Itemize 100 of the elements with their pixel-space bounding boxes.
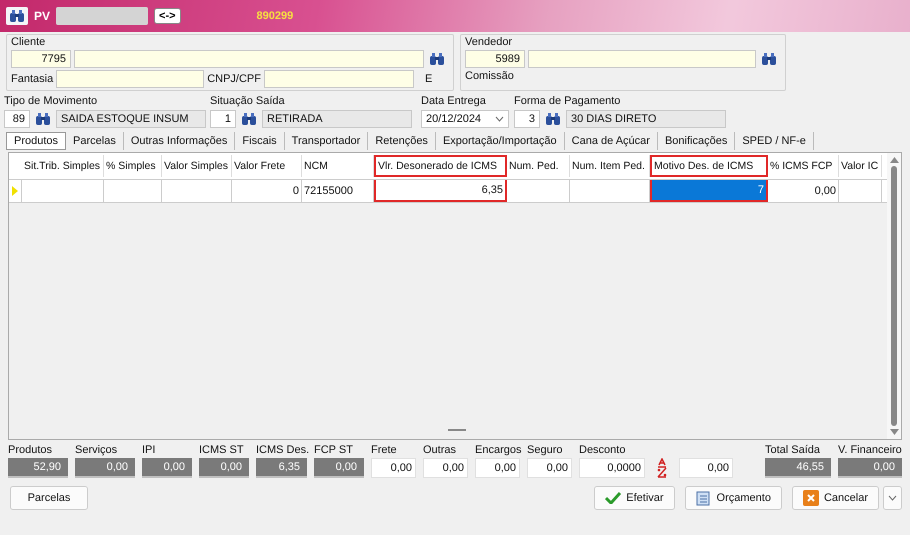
column-header[interactable]: Num. Item Ped. [570,155,650,177]
binoculars-icon [9,9,25,23]
total-label: Produtos [8,444,54,458]
name-field[interactable] [74,50,424,68]
search-button[interactable] [33,112,53,126]
table-cell[interactable]: 0,00 [768,180,839,202]
total-value: 0,00 [199,458,249,478]
binoculars-icon [545,112,561,126]
total-label: Serviços [75,444,118,458]
scroll-up-icon [890,157,898,163]
binoculars-icon [761,52,777,66]
checkmark-icon [605,492,622,504]
field-label: E [424,73,432,85]
tab[interactable]: SPED / NF-e [735,132,814,150]
column-header[interactable]: Num. Ped. [507,155,570,177]
tab[interactable]: Fiscais [235,132,285,150]
document-number: 890299 [256,10,294,22]
fantasia-field[interactable] [56,70,204,88]
field-label: Cliente [11,36,46,48]
column-header[interactable]: Motivo Des. de ICMS [650,155,768,177]
total-label: V. Financeiro [838,444,902,458]
table-cell[interactable]: 72155000 [302,180,374,202]
total-value: 0,00 [142,458,192,478]
document-field[interactable] [56,7,148,25]
total-input[interactable]: 0,00 [679,458,733,478]
total-label: Total Saída [765,444,822,458]
chevron-down-icon [888,495,897,501]
column-header[interactable]: % ICMS FCP [768,155,839,177]
tab[interactable]: Bonificações [658,132,736,150]
close-icon [802,490,819,506]
window-title: PV [34,9,50,23]
tab[interactable]: Outras Informações [124,132,236,150]
total-label: ICMS Des. [256,444,307,458]
field-label: Comissão [465,70,515,82]
table-cell[interactable]: 6,35 [374,180,507,202]
column-header[interactable]: NCM [302,155,374,177]
date-field[interactable]: 20/12/2024 [421,110,509,128]
tab[interactable]: Produtos [6,132,66,150]
total-label: Desconto [579,444,626,458]
field-label: Forma de Pagamento [514,95,622,107]
column-header[interactable]: Valor IC [839,155,882,177]
total-value: 0,00 [838,458,902,478]
table-cell[interactable]: 0 [232,180,302,202]
search-button[interactable] [239,112,259,126]
value-percent-toggle-icon[interactable] [656,458,668,478]
column-header[interactable]: Vlr. Desonerado de ICMS [374,155,507,177]
field-label: Vendedor [465,36,514,48]
search-button[interactable] [759,52,779,66]
tab[interactable]: Exportação/Importação [436,132,565,150]
total-value: 0,00 [75,458,135,478]
total-value: 46,55 [765,458,831,478]
tab[interactable]: Transportador [284,132,368,150]
total-value: 52,90 [8,458,68,478]
scroll-down-icon [890,429,898,435]
search-button[interactable] [6,7,28,25]
tab[interactable]: Retenções [368,132,436,150]
field-label: CNPJ/CPF [207,73,261,85]
total-input[interactable]: 0,00 [527,458,572,478]
vertical-scrollbar[interactable] [887,153,901,439]
total-label: IPI [142,444,156,458]
column-header[interactable]: Sit.Trib. Simples [22,155,104,177]
total-label: ICMS ST [199,444,245,458]
code-field[interactable]: 1 [210,110,236,128]
field-label: Data Entrega [421,95,487,107]
column-header[interactable]: Valor Frete [232,155,302,177]
total-input[interactable]: 0,00 [475,458,520,478]
code-field[interactable]: 5989 [465,50,525,68]
search-button[interactable] [427,52,447,66]
field-label: Tipo de Movimento [4,95,98,107]
code-field[interactable]: 7795 [11,50,71,68]
code-field[interactable]: 89 [4,110,30,128]
table-cell[interactable]: 7 [650,180,768,202]
swap-button[interactable]: <-> [154,8,181,24]
search-button[interactable] [543,112,563,126]
total-label: Frete [371,444,398,458]
total-label: Outras [423,444,458,458]
tab[interactable]: Cana de Açúcar [564,132,658,150]
field-label: Fantasia [11,73,54,85]
resize-handle[interactable] [448,429,466,431]
total-input[interactable]: 0,0000 [579,458,645,478]
name-field[interactable] [528,50,756,68]
dropdown-button[interactable] [883,486,902,510]
cancel-button[interactable]: Cancelar [792,486,879,510]
code-field[interactable]: 3 [514,110,540,128]
quote-button[interactable]: Orçamento [684,486,782,510]
document-icon [696,490,712,506]
total-value: 0,00 [314,458,364,478]
total-input[interactable]: 0,00 [371,458,416,478]
binoculars-icon [429,52,445,66]
tab[interactable]: Parcelas [66,132,124,150]
chevron-down-icon [495,116,504,122]
description-field: RETIRADA [262,110,412,128]
total-value: 6,35 [256,458,307,478]
field-label: Situação Saída [210,95,286,107]
parcelas-button[interactable]: Parcelas [10,486,88,510]
confirm-button[interactable]: Efetivar [594,486,675,510]
column-header[interactable]: Valor Simples [162,155,232,177]
total-input[interactable]: 0,00 [423,458,468,478]
column-header[interactable]: % Simples [104,155,162,177]
cnpj-field[interactable] [264,70,414,88]
